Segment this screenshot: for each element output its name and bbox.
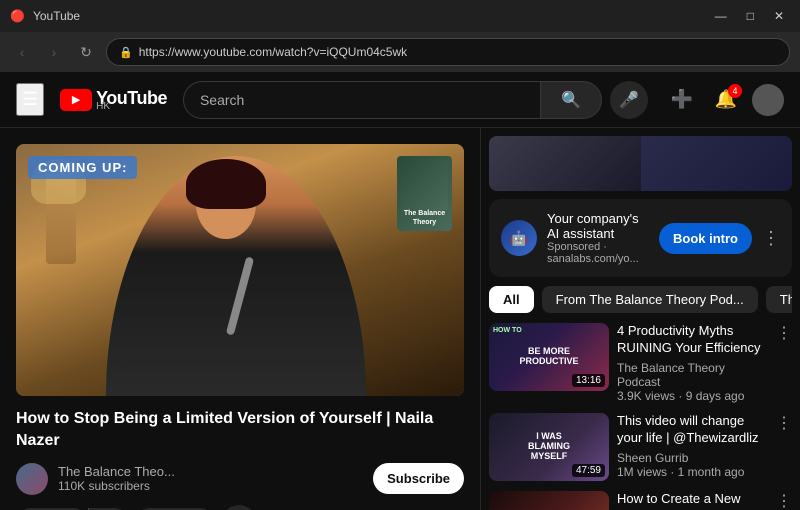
- search-input[interactable]: [183, 81, 540, 119]
- create-button[interactable]: ➕: [664, 82, 700, 118]
- rec-thumb-2: I WASBLAMINGMYSELF 47:59: [489, 413, 609, 481]
- chip-all[interactable]: All: [489, 286, 534, 313]
- rec-video-2[interactable]: I WASBLAMINGMYSELF 47:59 This video will…: [489, 413, 792, 481]
- rec-info-2: This video will change your life | @Thew…: [617, 413, 768, 481]
- video-title: How to Stop Being a Limited Version of Y…: [16, 408, 464, 453]
- subscribe-button[interactable]: Subscribe: [373, 463, 464, 494]
- rec-meta-2: 1M views · 1 month ago: [617, 465, 768, 479]
- yt-logo-icon: [60, 89, 92, 111]
- chip-thought[interactable]: Thought: [766, 286, 792, 313]
- coming-up-badge: COMING UP:: [28, 156, 137, 179]
- right-panel: 🤖 Your company's AI assistant Sponsored …: [480, 128, 800, 510]
- rec-channel-1: The Balance Theory Podcast: [617, 361, 768, 389]
- rec-duration-1: 13:16: [572, 374, 605, 387]
- browser-bar: ‹ › ↻ 🔒 https://www.youtube.com/watch?v=…: [0, 32, 800, 72]
- mini-thumbnail-text: The BalanceTheory: [404, 210, 445, 227]
- rec-more-button-2[interactable]: ⋮: [776, 413, 792, 433]
- book-intro-button[interactable]: Book intro: [659, 223, 752, 254]
- notifications-button[interactable]: 🔔 4: [708, 82, 744, 118]
- yt-header: ☰ YouTube HK 🔍 🎤 ➕ 🔔 4: [0, 72, 800, 128]
- hamburger-menu-button[interactable]: ☰: [16, 83, 44, 116]
- rec-info-3: How to Create a New Version of Yourself:…: [617, 491, 768, 510]
- maximize-button[interactable]: □: [741, 7, 760, 25]
- forward-button[interactable]: ›: [42, 40, 66, 64]
- channel-avatar[interactable]: [16, 463, 48, 495]
- refresh-button[interactable]: ↻: [74, 40, 98, 64]
- thumb-content-3: YOU NEEDTO HEARTHIS: [489, 491, 609, 510]
- video-player[interactable]: COMING UP: The BalanceTheory: [16, 144, 464, 396]
- notification-badge: 4: [728, 84, 742, 98]
- channel-name: The Balance Theo...: [58, 464, 363, 479]
- search-button[interactable]: 🔍: [540, 81, 602, 119]
- yt-logo-country: HK: [96, 101, 167, 112]
- url-text: https://www.youtube.com/watch?v=iQQUm04c…: [139, 45, 407, 59]
- title-bar-title: YouTube: [33, 9, 80, 23]
- title-bar: 🔴 YouTube — □ ✕: [0, 0, 800, 32]
- channel-subs: 110K subscribers: [58, 479, 363, 493]
- title-bar-favicon: 🔴: [10, 9, 25, 23]
- main-content: COMING UP: The BalanceTheory How to Stop…: [0, 128, 800, 510]
- rec-meta-1: 3.9K views · 9 days ago: [617, 389, 768, 403]
- rec-title-3: How to Create a New Version of Yourself:…: [617, 491, 768, 510]
- voice-search-button[interactable]: 🎤: [610, 81, 648, 119]
- rec-video-3[interactable]: YOU NEEDTO HEARTHIS 1:26:19 How to Creat…: [489, 491, 792, 510]
- rec-thumb-1: HOW TO BE MOREPRODUCTIVE 13:16: [489, 323, 609, 391]
- back-button[interactable]: ‹: [10, 40, 34, 64]
- recommendations-list: HOW TO BE MOREPRODUCTIVE 13:16 4 Product…: [489, 323, 792, 510]
- rec-more-button-3[interactable]: ⋮: [776, 491, 792, 510]
- rec-info-1: 4 Productivity Myths RUINING Your Effici…: [617, 323, 768, 403]
- rec-channel-2: Sheen Gurrib: [617, 451, 768, 465]
- left-panel: COMING UP: The BalanceTheory How to Stop…: [0, 128, 480, 510]
- header-actions: ➕ 🔔 4: [664, 82, 784, 118]
- minimize-button[interactable]: —: [709, 7, 733, 25]
- search-container: 🔍 🎤: [183, 81, 648, 119]
- channel-row: The Balance Theo... 110K subscribers Sub…: [16, 463, 464, 495]
- filter-chips: All From The Balance Theory Pod... Thoug…: [489, 285, 792, 313]
- avatar[interactable]: [752, 84, 784, 116]
- top-thumbnail: [489, 136, 792, 191]
- ad-text: Your company's AI assistant Sponsored · …: [547, 211, 649, 265]
- ad-card: 🤖 Your company's AI assistant Sponsored …: [489, 199, 792, 277]
- rec-more-button-1[interactable]: ⋮: [776, 323, 792, 343]
- close-button[interactable]: ✕: [768, 7, 790, 25]
- more-actions-button[interactable]: •••: [221, 505, 257, 510]
- rec-thumb-3: YOU NEEDTO HEARTHIS 1:26:19: [489, 491, 609, 510]
- ad-sponsored: Sponsored · sanalabs.com/yo...: [547, 241, 649, 265]
- channel-info: The Balance Theo... 110K subscribers: [58, 464, 363, 493]
- mini-thumbnail: The BalanceTheory: [397, 156, 452, 231]
- rec-duration-2: 47:59: [572, 464, 605, 477]
- rec-video-1[interactable]: HOW TO BE MOREPRODUCTIVE 13:16 4 Product…: [489, 323, 792, 403]
- rec-title-2: This video will change your life | @Thew…: [617, 413, 768, 447]
- chip-balance[interactable]: From The Balance Theory Pod...: [542, 286, 758, 313]
- lock-icon: 🔒: [119, 46, 133, 59]
- ad-more-button[interactable]: ⋮: [762, 228, 780, 249]
- action-row: 👍 966 👎 ↗ Share •••: [16, 505, 464, 510]
- title-bar-controls[interactable]: — □ ✕: [709, 7, 790, 25]
- rec-title-1: 4 Productivity Myths RUINING Your Effici…: [617, 323, 768, 357]
- title-bar-left: 🔴 YouTube: [10, 9, 80, 23]
- yt-logo[interactable]: YouTube HK: [60, 88, 167, 112]
- thumb-how-to-label: HOW TO: [493, 327, 522, 334]
- ad-title: Your company's AI assistant: [547, 211, 649, 241]
- thumb-label-2: I WASBLAMINGMYSELF: [526, 430, 572, 464]
- ad-logo-icon: 🤖: [510, 230, 527, 247]
- ad-logo: 🤖: [501, 220, 537, 256]
- address-bar[interactable]: 🔒 https://www.youtube.com/watch?v=iQQUm0…: [106, 38, 790, 66]
- thumb-label-1: BE MOREPRODUCTIVE: [517, 345, 580, 369]
